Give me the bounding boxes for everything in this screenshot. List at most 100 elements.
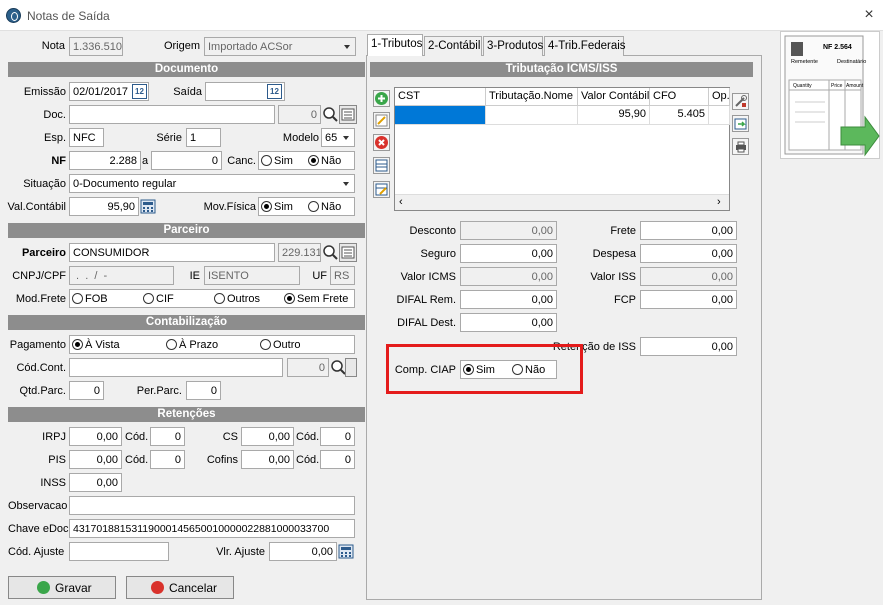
calendar-icon[interactable]: 12 (132, 84, 147, 99)
list-icon[interactable] (339, 105, 357, 124)
frete-fob-radio[interactable]: FOB (72, 293, 108, 305)
nf-illustration (784, 35, 880, 157)
horizontal-scrollbar[interactable]: ‹ › (395, 194, 729, 210)
despesa-label: Despesa (592, 248, 636, 260)
export-icon[interactable] (732, 115, 749, 132)
esp-field[interactable]: NFC (69, 128, 104, 147)
print-icon[interactable] (732, 138, 749, 155)
add-icon[interactable] (373, 90, 390, 107)
cs-field[interactable]: 0,00 (241, 427, 294, 446)
movfisica-sim-radio[interactable]: Sim (261, 201, 293, 213)
seguro-field[interactable]: 0,00 (460, 244, 557, 263)
cancelar-button[interactable]: Cancelar (126, 576, 234, 599)
search-icon[interactable] (321, 105, 339, 124)
list-icon[interactable] (345, 358, 357, 377)
chave-field[interactable]: 4317018815311900014565001000002288100003… (69, 519, 355, 538)
parceiro-label: Parceiro (21, 247, 66, 259)
esp-label: Esp. (43, 132, 66, 144)
modelo-select[interactable]: 65 (321, 128, 355, 147)
difalrem-field[interactable]: 0,00 (460, 290, 557, 309)
origem-label: Origem (163, 40, 200, 52)
canc-nao-radio[interactable]: Não (308, 155, 341, 167)
pagamento-avista-radio[interactable]: À Vista (72, 339, 120, 351)
cofins-label: Cofins (206, 454, 238, 466)
frete-cif-label: CIF (156, 293, 174, 305)
irpj-cod-field[interactable]: 0 (150, 427, 185, 446)
retiss-field[interactable]: 0,00 (640, 337, 737, 356)
canc-sim-radio[interactable]: Sim (261, 155, 293, 167)
tab-tributos[interactable]: 1-Tributos (367, 34, 423, 56)
grid-edit-icon[interactable] (373, 181, 390, 198)
parceiro-field[interactable]: CONSUMIDOR (69, 243, 275, 262)
cofins-field[interactable]: 0,00 (241, 450, 294, 469)
irpj-field[interactable]: 0,00 (69, 427, 122, 446)
table-cell[interactable] (395, 106, 486, 124)
pagamento-label: Pagamento (9, 339, 66, 351)
tab-produtos[interactable]: 3-Produtos (483, 36, 543, 56)
pagamento-aprazo-radio[interactable]: À Prazo (166, 339, 218, 351)
calendar-icon[interactable]: 12 (267, 84, 282, 99)
cs-cod-field[interactable]: 0 (320, 427, 355, 446)
codcont-field[interactable] (69, 358, 283, 377)
close-icon[interactable]: × (860, 6, 878, 24)
calculator-icon[interactable] (140, 199, 156, 214)
fcp-field[interactable]: 0,00 (640, 290, 737, 309)
cofins-cod-field[interactable]: 0 (320, 450, 355, 469)
frete-cif-radio[interactable]: CIF (143, 293, 174, 305)
observacao-field[interactable] (69, 496, 355, 515)
gravar-label: Gravar (55, 581, 92, 595)
qtdparc-field[interactable]: 0 (69, 381, 104, 400)
vlrajuste-field[interactable]: 0,00 (269, 542, 337, 561)
situacao-select[interactable]: 0-Documento regular (69, 174, 355, 193)
chevron-down-icon (343, 136, 349, 140)
codajuste-field[interactable] (69, 542, 169, 561)
compciap-sim-radio[interactable]: Sim (463, 364, 495, 376)
window-title: Notas de Saída (27, 9, 110, 23)
pagamento-outro-radio[interactable]: Outro (260, 339, 301, 351)
chevron-left-icon[interactable]: ‹ (399, 196, 403, 208)
difaldest-field[interactable]: 0,00 (460, 313, 557, 332)
grid-icon[interactable] (373, 157, 390, 174)
delete-icon[interactable] (373, 134, 390, 151)
frete-semfrete-radio[interactable]: Sem Frete (284, 293, 348, 305)
chevron-down-icon (343, 182, 349, 186)
tools-icon[interactable] (732, 93, 749, 110)
tab-trib-federais[interactable]: 4-Trib.Federais (544, 36, 626, 56)
col-valor-contabil[interactable]: Valor Contábil (578, 88, 650, 106)
nf-field[interactable]: 2.288 (69, 151, 141, 170)
pis-field[interactable]: 0,00 (69, 450, 122, 469)
pis-cod-field[interactable]: 0 (150, 450, 185, 469)
serie-field[interactable]: 1 (186, 128, 221, 147)
calculator-icon[interactable] (338, 544, 354, 559)
movfisica-nao-radio[interactable]: Não (308, 201, 341, 213)
table-cell[interactable]: 95,90 (578, 106, 650, 124)
valcontabil-field[interactable]: 95,90 (69, 197, 139, 216)
doc-field[interactable] (69, 105, 275, 124)
frete-field[interactable]: 0,00 (640, 221, 737, 240)
table-cell[interactable] (709, 106, 730, 124)
edit-icon[interactable] (373, 112, 390, 129)
gravar-button[interactable]: Gravar (8, 576, 116, 599)
modfrete-radio-group: FOB CIF Outros Sem Frete (69, 289, 355, 308)
pagamento-avista-label: À Vista (85, 339, 120, 351)
frete-outros-radio[interactable]: Outros (214, 293, 260, 305)
inss-field[interactable]: 0,00 (69, 473, 122, 492)
table-cell[interactable]: 5.405 (650, 106, 709, 124)
compciap-nao-radio[interactable]: Não (512, 364, 545, 376)
col-op[interactable]: Op. (709, 88, 730, 106)
col-tributacao-nome[interactable]: Tributação.Nome (486, 88, 578, 106)
doc-label: Doc. (43, 109, 66, 121)
nf-document-image: NF 2.564 Remetente Destinatário Quantity… (780, 31, 880, 159)
col-cfo[interactable]: CFO (650, 88, 709, 106)
col-cst[interactable]: CST (395, 88, 486, 106)
list-icon[interactable] (339, 243, 357, 262)
nf-to-field[interactable]: 0 (151, 151, 222, 170)
chevron-right-icon[interactable]: › (717, 196, 721, 208)
tab-contabil[interactable]: 2-Contábil (424, 36, 482, 56)
origem-select[interactable]: Importado ACSor (204, 37, 356, 56)
tributos-grid[interactable]: CST Tributação.Nome Valor Contábil CFO O… (394, 87, 730, 211)
despesa-field[interactable]: 0,00 (640, 244, 737, 263)
search-icon[interactable] (321, 243, 339, 262)
perparc-field[interactable]: 0 (186, 381, 221, 400)
table-cell[interactable] (486, 106, 578, 124)
